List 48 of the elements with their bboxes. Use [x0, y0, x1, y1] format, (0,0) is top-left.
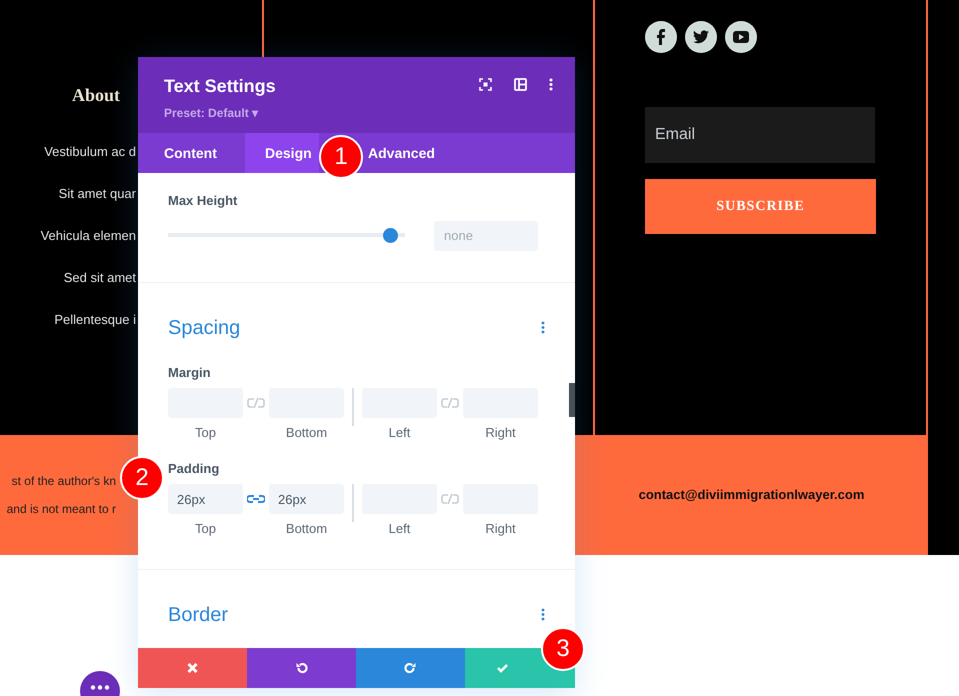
spacing-heading[interactable]: Spacing [168, 312, 240, 342]
footer-link[interactable]: Vehicula elemen [40, 227, 136, 244]
focus-icon[interactable] [479, 78, 492, 91]
disclaimer-text: and is not meant to r [6, 501, 116, 518]
undo-button[interactable] [247, 648, 356, 688]
spacing-field[interactable]: 26px [269, 484, 344, 514]
more-icon[interactable] [541, 608, 545, 621]
facebook-icon[interactable] [645, 21, 677, 53]
contact-email: contact@diviimmigrationlwayer.com [638, 486, 864, 504]
about-heading: About [72, 84, 120, 107]
max-height-label: Max Height [168, 192, 238, 210]
close-icon [186, 662, 199, 674]
redo-button[interactable] [356, 648, 465, 688]
more-icon[interactable] [541, 321, 545, 334]
twitter-icon[interactable] [685, 21, 717, 53]
layout-icon[interactable] [514, 78, 527, 91]
slider-thumb[interactable] [383, 228, 398, 243]
check-icon [496, 662, 509, 674]
footer-link[interactable]: Sed sit amet [64, 269, 136, 286]
field-group-label: Margin [168, 364, 212, 382]
field-label: Right [485, 424, 516, 442]
footer-link[interactable]: Sit amet quar [58, 185, 136, 202]
modal-title: Text Settings [164, 75, 277, 98]
linked-chain-icon[interactable] [247, 493, 265, 505]
dots-icon [90, 685, 110, 690]
email-field[interactable]: Email [645, 107, 875, 163]
undo-icon [295, 662, 308, 674]
field-label: Left [388, 424, 410, 442]
field-label: Bottom [286, 520, 328, 538]
max-height-field[interactable]: none [434, 220, 538, 250]
scrollbar-handle[interactable] [569, 383, 575, 417]
field-label: Bottom [286, 424, 328, 442]
redo-icon [404, 662, 417, 674]
field-label: Top [195, 520, 216, 538]
field-group-label: Padding [168, 460, 220, 478]
video-play-icon[interactable] [725, 21, 757, 53]
tab[interactable]: Design [245, 133, 319, 173]
footer-link[interactable]: Pellentesque i [54, 311, 136, 328]
field-label: Left [388, 520, 410, 538]
field-label: Top [195, 424, 216, 442]
more-icon[interactable] [549, 78, 553, 91]
field-label: Right [485, 520, 516, 538]
spacing-field[interactable]: 26px [168, 484, 243, 514]
border-heading[interactable]: Border [168, 600, 228, 630]
preset-dropdown[interactable]: Preset: Default ▾ [164, 104, 258, 122]
footer-link[interactable]: Vestibulum ac d [44, 143, 136, 160]
cancel-button[interactable] [138, 648, 247, 688]
disclaimer-text: st of the author's kn [12, 473, 116, 490]
